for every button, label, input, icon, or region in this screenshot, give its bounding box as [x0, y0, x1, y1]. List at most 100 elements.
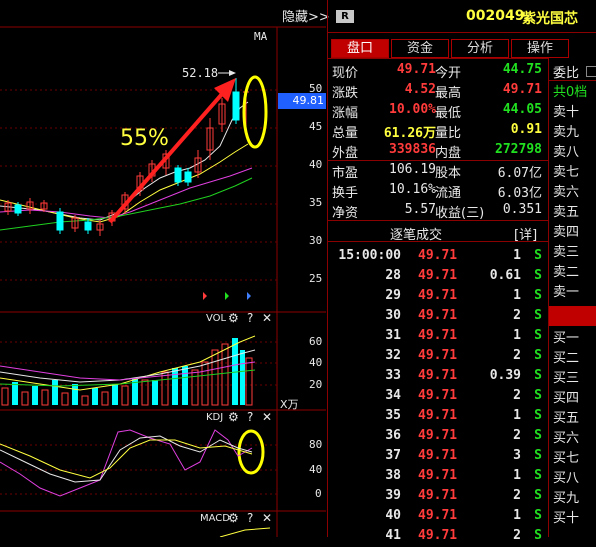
- order-book-level: 卖七: [553, 165, 580, 180]
- kdj-panel-label: KDJ: [206, 412, 224, 423]
- quote-label: 现价: [332, 66, 359, 81]
- quote-label: 最高: [435, 86, 462, 101]
- tick-side: S: [534, 448, 542, 463]
- tick-row: 36 49.71 2 S: [332, 427, 546, 447]
- kdj-axis-tick: 40: [309, 463, 323, 476]
- marker-icon: [203, 292, 207, 300]
- tick-volume: 2: [513, 308, 521, 323]
- peak-price-label: 52.18: [182, 66, 219, 80]
- order-book-level: 买十: [553, 511, 580, 526]
- tick-row: 41 49.71 2 S: [332, 527, 546, 547]
- price-axis-tick: 35: [309, 196, 323, 209]
- gain-annotation: 55%: [120, 126, 169, 151]
- quote-value: 4.52: [404, 82, 436, 97]
- order-book-level: 买八: [553, 471, 580, 486]
- tab-pankou[interactable]: 盘口: [331, 39, 389, 58]
- tab-zijin[interactable]: 资金: [391, 39, 449, 58]
- tick-side: S: [534, 328, 542, 343]
- quote-label: 总量: [332, 126, 359, 141]
- price-axis-tick: 40: [309, 158, 323, 171]
- tick-price: 49.71: [418, 448, 458, 463]
- quote-row: 现价 49.71 今开 44.75: [332, 61, 546, 81]
- close-icon[interactable]: ✕: [262, 410, 272, 424]
- quote-label: 最低: [435, 106, 462, 121]
- tick-time: 28: [385, 268, 401, 283]
- tick-volume: 2: [513, 428, 521, 443]
- highlight-circle-price: [242, 75, 268, 149]
- tick-side: S: [534, 468, 542, 483]
- tick-volume: 0.39: [489, 368, 521, 383]
- tick-row: 39 49.71 2 S: [332, 487, 546, 507]
- tick-side: S: [534, 248, 542, 263]
- order-book-level: 卖九: [553, 125, 580, 140]
- vol-axis-tick: 60: [309, 335, 323, 348]
- quote-label: 量比: [435, 126, 462, 141]
- quote-row: 涨跌 4.52 最高 49.71: [332, 81, 546, 101]
- marker-icon: [225, 292, 229, 300]
- close-icon[interactable]: ✕: [262, 511, 272, 525]
- tick-price: 49.71: [418, 308, 458, 323]
- fund-label: 换手: [332, 186, 359, 201]
- chart-area[interactable]: [0, 0, 326, 537]
- gear-icon[interactable]: ⚙: [228, 311, 239, 325]
- quote-row: 外盘 339836 内盘 272798: [332, 141, 546, 161]
- marker-icon: [247, 292, 251, 300]
- tab-caozuo[interactable]: 操作: [511, 39, 569, 58]
- tick-side: S: [534, 528, 542, 543]
- tick-time: 30: [385, 308, 401, 323]
- quote-label: 外盘: [332, 146, 359, 161]
- tick-price: 49.71: [418, 348, 458, 363]
- fund-value: 0.351: [502, 202, 542, 217]
- rating-badge: R: [336, 10, 354, 23]
- help-icon[interactable]: ?: [247, 511, 253, 525]
- quote-label: 内盘: [435, 146, 462, 161]
- tick-side: S: [534, 408, 542, 423]
- order-book-level: 买七: [553, 451, 580, 466]
- help-icon[interactable]: ?: [247, 311, 253, 325]
- order-book-level: 卖三: [553, 245, 580, 260]
- quote-label: 涨跌: [332, 86, 359, 101]
- kdj-lines: [0, 429, 253, 497]
- quote-value: 44.05: [502, 102, 542, 117]
- tick-volume: 2: [513, 528, 521, 543]
- tick-price: 49.71: [418, 248, 458, 263]
- tick-price: 49.71: [418, 328, 458, 343]
- price-axis-tick: 30: [309, 234, 323, 247]
- gear-icon[interactable]: ⚙: [228, 410, 239, 424]
- tab-fenxi[interactable]: 分析: [451, 39, 509, 58]
- volume-bars: [0, 335, 256, 406]
- tick-price: 49.71: [418, 468, 458, 483]
- help-icon[interactable]: ?: [247, 410, 253, 424]
- order-book-level: 买三: [553, 371, 580, 386]
- tick-price: 49.71: [418, 388, 458, 403]
- tick-row: 33 49.71 0.39 S: [332, 367, 546, 387]
- tick-volume: 3: [513, 448, 521, 463]
- quote-value: 272798: [495, 142, 542, 157]
- tick-time: 31: [385, 328, 401, 343]
- gear-icon[interactable]: ⚙: [228, 511, 239, 525]
- order-book-expand-icon[interactable]: [586, 66, 596, 77]
- tick-price: 49.71: [418, 288, 458, 303]
- tick-time: 40: [385, 508, 401, 523]
- tick-row: 34 49.71 2 S: [332, 387, 546, 407]
- tick-volume: 1: [513, 248, 521, 263]
- order-book-spread-bar: [549, 306, 596, 326]
- order-book-level: 买四: [553, 391, 580, 406]
- tick-price: 49.71: [418, 268, 458, 283]
- tick-time: 39: [385, 488, 401, 503]
- tick-row: 35 49.71 1 S: [332, 407, 546, 427]
- tick-side: S: [534, 488, 542, 503]
- ma-line-magenta: [0, 167, 253, 219]
- tick-price: 49.71: [418, 428, 458, 443]
- fund-label: 股本: [435, 166, 462, 181]
- ticks-list[interactable]: 15:00:00 49.71 1 S 28 49.71 0.61 S 29 49.71 1 S 30 49…: [332, 247, 546, 547]
- tick-time: 15:00:00: [338, 248, 401, 263]
- stock-code: 002049: [466, 8, 525, 24]
- tick-side: S: [534, 268, 542, 283]
- close-icon[interactable]: ✕: [262, 311, 272, 325]
- fund-label: 收益(三): [435, 206, 485, 221]
- hide-panel-toggle[interactable]: 隐藏>>: [282, 6, 330, 25]
- macd-line: [219, 527, 271, 537]
- tick-volume: 2: [513, 388, 521, 403]
- tick-price: 49.71: [418, 368, 458, 383]
